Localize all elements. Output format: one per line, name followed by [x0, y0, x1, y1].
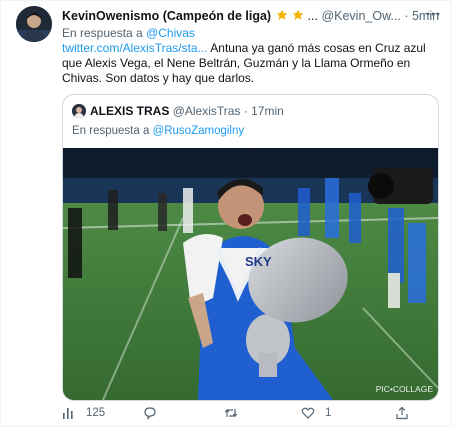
quoted-tweet[interactable]: ALEXIS TRAS @AlexisTras · 17min En respu…: [62, 94, 439, 401]
tweet-body: twitter.com/AlexisTras/sta... Antuna ya …: [62, 41, 437, 86]
quoted-handle[interactable]: @AlexisTras: [173, 104, 241, 118]
reply-context: En respuesta a @Chivas: [62, 25, 195, 41]
reply-button[interactable]: [143, 405, 193, 421]
views-button[interactable]: 125: [62, 405, 122, 421]
reply-icon: [144, 407, 156, 420]
share-icon: [396, 406, 408, 420]
tweet-header: KevinOwenismo (Campeón de liga) ... @Kev…: [62, 8, 439, 24]
reply-prefix: En respuesta a: [62, 26, 143, 40]
avatar-photo: [72, 104, 86, 118]
retweet-button[interactable]: [224, 405, 274, 421]
quoted-time[interactable]: 17min: [251, 104, 284, 118]
quoted-reply-prefix: En respuesta a: [72, 125, 150, 137]
share-button[interactable]: [395, 405, 415, 421]
name-ellipsis: ...: [307, 9, 318, 23]
quoted-author-name[interactable]: ALEXIS TRAS: [90, 104, 169, 118]
views-icon: [63, 408, 73, 419]
quoted-url-link[interactable]: twitter.com/AlexisTras/sta...: [62, 41, 208, 55]
star-icon: [292, 9, 304, 20]
author-avatar[interactable]: [16, 6, 52, 42]
author-handle[interactable]: @Kevin_Ow...: [321, 9, 400, 23]
quoted-separator: ·: [243, 104, 248, 118]
quoted-header: ALEXIS TRAS @AlexisTras · 17min: [90, 103, 284, 119]
views-count: 125: [86, 407, 106, 419]
tweet-actions: 125 1: [62, 405, 437, 421]
like-count: 1: [325, 407, 332, 419]
quoted-author-avatar[interactable]: [72, 104, 86, 118]
header-separator: ·: [404, 9, 409, 23]
like-button[interactable]: 1: [301, 405, 351, 421]
like-icon: [301, 407, 315, 419]
more-options-icon[interactable]: [425, 7, 441, 21]
quoted-reply-to-link[interactable]: @RusoZamogilny: [153, 125, 245, 137]
reply-to-link[interactable]: @Chivas: [146, 26, 195, 40]
retweet-icon: [224, 409, 238, 417]
avatar-photo: [16, 6, 52, 42]
star-icon: [276, 9, 287, 20]
sky-sign-text: SKY: [245, 254, 272, 269]
pic-collage-watermark: PIC•COLLAGE: [376, 384, 434, 394]
quoted-photo[interactable]: SKY PIC•COLLAGE: [63, 148, 438, 400]
tweet-card[interactable]: KevinOwenismo (Campeón de liga) ... @Kev…: [0, 0, 452, 427]
author-name[interactable]: KevinOwenismo (Campeón de liga): [62, 9, 271, 23]
quoted-reply-context: En respuesta a @RusoZamogilny: [72, 123, 244, 139]
